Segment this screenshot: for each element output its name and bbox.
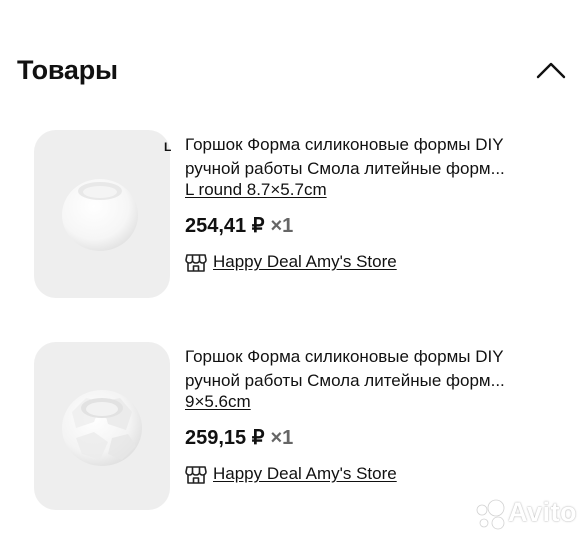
product-price: 259,15 ₽ (185, 427, 265, 449)
round-mold-image (62, 179, 138, 251)
price-row: 254,41 ₽ ×1 (185, 214, 293, 238)
product-title-line: ручной работы Смола литейные форм... (185, 159, 505, 178)
product-title[interactable]: Горшок Форма силиконовые формы DIY ручно… (185, 133, 575, 181)
store-icon (185, 466, 207, 484)
price-row: 259,15 ₽ ×1 (185, 426, 293, 450)
store-name: Happy Deal Amy's Store (213, 464, 397, 483)
product-title-line: Горшок Форма силиконовые формы DIY (185, 135, 504, 154)
order-items-section: Товары L Горшок Форма силиконовые формы … (0, 0, 583, 540)
chevron-up-icon (536, 62, 566, 79)
avito-logo-icon (476, 499, 505, 530)
product-image[interactable] (34, 130, 170, 298)
section-title: Товары (17, 55, 118, 85)
product-price: 254,41 ₽ (185, 215, 265, 237)
product-quantity: ×1 (270, 427, 294, 449)
faceted-mold-image (62, 390, 142, 466)
collapse-button[interactable] (534, 58, 568, 82)
watermark-text: Avito (508, 497, 577, 527)
store-icon (185, 254, 207, 272)
corner-mark: L (164, 140, 172, 154)
product-title-line: Горшок Форма силиконовые формы DIY (185, 347, 504, 366)
product-title[interactable]: Горшок Форма силиконовые формы DIY ручно… (185, 345, 575, 393)
product-title-line: ручной работы Смола литейные форм... (185, 371, 505, 390)
product-variant[interactable]: L round 8.7×5.7cm (185, 180, 327, 200)
product-image[interactable] (34, 342, 170, 510)
store-name: Happy Deal Amy's Store (213, 252, 397, 271)
product-variant[interactable]: 9×5.6cm (185, 392, 251, 412)
avito-watermark: Avito (474, 496, 577, 532)
product-quantity: ×1 (270, 215, 294, 237)
